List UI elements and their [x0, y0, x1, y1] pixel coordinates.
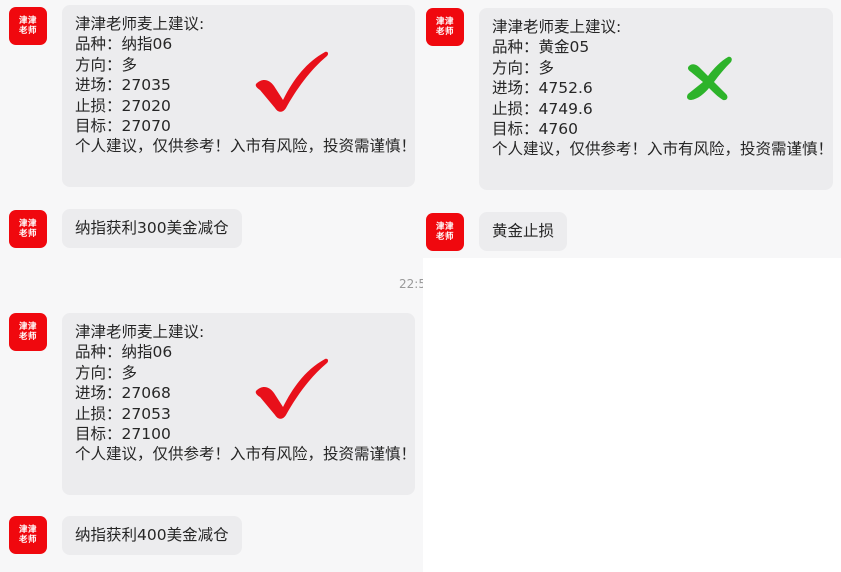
message-line: 止损：27020: [75, 96, 171, 115]
message-line: 品种：纳指06: [75, 343, 173, 362]
avatar[interactable]: 津津 老师: [9, 516, 47, 554]
message-line: 目标：27100: [75, 425, 171, 444]
message-bubble-gold[interactable]: 津津老师麦上建议: 品种：黄金05 方向：多 进场：4752.6 止损：4749…: [479, 8, 833, 190]
message-line: 方向：多: [75, 55, 138, 74]
message-text: 纳指获利300美金减仓: [75, 219, 229, 238]
cross-icon: [687, 56, 732, 101]
message-line: 品种：黄金05: [492, 38, 590, 57]
avatar[interactable]: 津津 老师: [9, 7, 47, 45]
avatar-name-line1: 津津: [18, 525, 37, 535]
message-text: 黄金止损: [492, 222, 555, 241]
message-bubble-nasdaq-1[interactable]: 津津老师麦上建议: 品种：纳指06 方向：多 进场：27035 止损：27020…: [62, 5, 417, 187]
chat-panel-divider: [0, 264, 423, 306]
avatar[interactable]: 津津 老师: [9, 313, 47, 351]
message-line: 个人建议，仅供参考！入市有风险，投资需谨慎！: [75, 445, 417, 464]
message-line: 品种：纳指06: [75, 35, 173, 54]
avatar-name-line1: 津津: [18, 322, 37, 332]
message-line: 个人建议，仅供参考！入市有风险，投资需谨慎！: [492, 140, 834, 159]
avatar-name-line1: 津津: [435, 222, 454, 232]
avatar-name-line2: 老师: [18, 26, 37, 36]
message-line: 津津老师麦上建议:: [75, 15, 205, 33]
avatar-name-line2: 老师: [18, 332, 37, 342]
avatar-name-line2: 老师: [18, 229, 37, 239]
avatar[interactable]: 津津 老师: [426, 8, 464, 46]
message-line: 津津老师麦上建议:: [492, 18, 622, 36]
avatar-name-line1: 津津: [18, 219, 37, 229]
message-bubble-followup-nasdaq-2[interactable]: 纳指获利400美金减仓: [62, 516, 242, 555]
message-line: 方向：多: [492, 58, 555, 77]
message-line: 止损：4749.6: [492, 99, 593, 118]
checkmark-icon: [255, 51, 329, 112]
checkmark-icon: [255, 358, 329, 419]
message-line: 津津老师麦上建议:: [75, 323, 205, 341]
avatar-name-line2: 老师: [435, 27, 454, 37]
message-bubble-followup-gold[interactable]: 黄金止损: [479, 212, 568, 251]
message-line: 进场：27035: [75, 76, 171, 95]
avatar[interactable]: 津津 老师: [426, 213, 464, 251]
message-text: 纳指获利400美金减仓: [75, 526, 229, 545]
message-line: 止损：27053: [75, 404, 171, 423]
message-line: 方向：多: [75, 363, 138, 382]
avatar-name-line1: 津津: [18, 16, 37, 26]
message-line: 个人建议，仅供参考！入市有风险，投资需谨慎！: [75, 137, 417, 156]
message-line: 进场：27068: [75, 384, 171, 403]
message-line: 目标：27070: [75, 117, 171, 136]
avatar[interactable]: 津津 老师: [9, 210, 47, 248]
message-bubble-nasdaq-2[interactable]: 津津老师麦上建议: 品种：纳指06 方向：多 进场：27068 止损：27053…: [62, 313, 417, 495]
avatar-name-line2: 老师: [435, 232, 454, 242]
message-bubble-followup-nasdaq-1[interactable]: 纳指获利300美金减仓: [62, 209, 242, 248]
avatar-name-line1: 津津: [435, 17, 454, 27]
avatar-name-line2: 老师: [18, 535, 37, 545]
message-line: 进场：4752.6: [492, 79, 593, 98]
message-timestamp: 22:5: [399, 277, 423, 291]
message-line: 目标：4760: [492, 120, 578, 139]
